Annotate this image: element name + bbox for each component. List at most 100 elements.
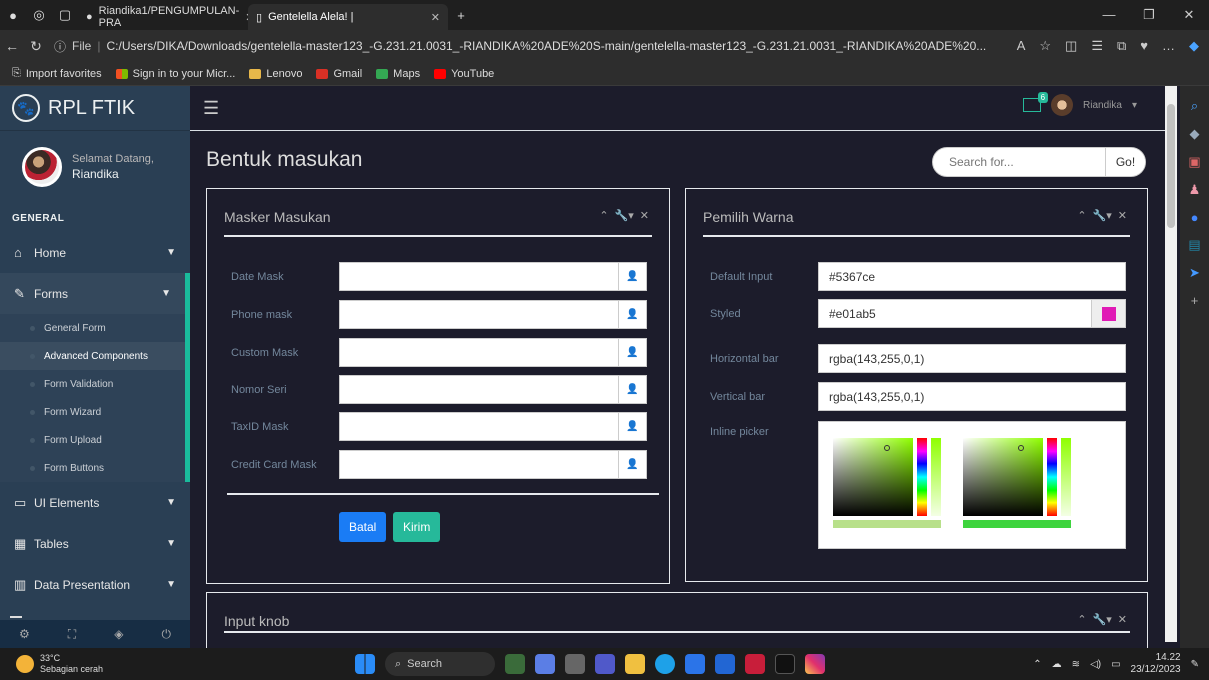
- close-tab-icon[interactable]: ✕: [431, 11, 440, 24]
- taxid-mask-input[interactable]: [340, 413, 618, 440]
- custom-mask-field[interactable]: 👤: [339, 338, 647, 367]
- minimize-icon[interactable]: —: [1089, 7, 1129, 23]
- cloud-icon[interactable]: ☁: [1052, 659, 1062, 670]
- fav-gmail[interactable]: Gmail: [316, 68, 362, 80]
- vertical-bar-input[interactable]: rgba(143,255,0,1): [818, 382, 1126, 411]
- search-input[interactable]: [933, 155, 1105, 169]
- menu-toggle-icon[interactable]: ☰: [203, 98, 221, 119]
- restore-icon[interactable]: ❐: [1129, 7, 1169, 23]
- fav-maps[interactable]: Maps: [376, 68, 420, 80]
- search-icon[interactable]: ⌕: [1191, 98, 1198, 114]
- collections-icon[interactable]: ⧉: [1117, 38, 1126, 54]
- fullscreen-icon[interactable]: ⛶: [68, 627, 76, 642]
- sidebar-item-forms[interactable]: ✎ Forms ▼: [0, 273, 190, 314]
- taxid-mask-field[interactable]: 👤: [339, 412, 647, 441]
- battery-icon[interactable]: ▭: [1111, 659, 1120, 670]
- page-scrollbar[interactable]: [1165, 86, 1177, 642]
- widgets-icon[interactable]: [505, 654, 525, 674]
- submenu-form-upload[interactable]: Form Upload: [0, 426, 185, 454]
- custom-mask-input[interactable]: [340, 339, 618, 366]
- collapse-icon[interactable]: ⌃: [599, 209, 608, 222]
- phone-mask-field[interactable]: 👤: [339, 300, 647, 329]
- clock[interactable]: 14.22 23/12/2023: [1131, 652, 1181, 676]
- extension-icon[interactable]: ♥: [1140, 38, 1148, 54]
- wrench-icon[interactable]: 🔧▾: [615, 209, 634, 222]
- copilot-icon[interactable]: [535, 654, 555, 674]
- search-go-button[interactable]: Go!: [1105, 148, 1145, 176]
- mail-icon[interactable]: 6: [1023, 92, 1049, 112]
- serial-number-input[interactable]: [340, 376, 618, 403]
- submenu-general-form[interactable]: General Form: [0, 314, 185, 342]
- date-mask-input[interactable]: [340, 263, 618, 290]
- sidebar-item-tables[interactable]: ▦ Tables ▼: [0, 523, 190, 564]
- close-window-icon[interactable]: ✕: [1169, 7, 1209, 23]
- read-aloud-icon[interactable]: A: [1017, 38, 1026, 54]
- task-view-icon[interactable]: [565, 654, 585, 674]
- workspaces-icon[interactable]: ◎: [26, 0, 52, 30]
- tab-github[interactable]: ● Riandika1/PENGUMPULAN-PRA ✕: [78, 4, 254, 30]
- telegram-icon[interactable]: ➤: [1189, 265, 1200, 281]
- tab-actions-icon[interactable]: ▢: [52, 0, 78, 30]
- collapse-icon[interactable]: ⌃: [1077, 209, 1086, 222]
- new-tab-icon[interactable]: +: [448, 0, 474, 30]
- lock-icon[interactable]: ◈: [114, 627, 123, 641]
- scrollbar-thumb[interactable]: [1167, 104, 1175, 228]
- wrench-icon[interactable]: 🔧▾: [1093, 613, 1112, 626]
- copilot-icon[interactable]: ◆: [1189, 38, 1199, 54]
- fav-import[interactable]: ⎘ Import favorites: [12, 67, 102, 80]
- teams-icon[interactable]: [595, 654, 615, 674]
- wrench-icon[interactable]: 🔧▾: [1093, 209, 1112, 222]
- m365-icon[interactable]: ●: [1191, 210, 1199, 225]
- favorites-icon[interactable]: ☰: [1091, 38, 1103, 54]
- submenu-advanced-components[interactable]: Advanced Components: [0, 342, 185, 370]
- user-menu-name[interactable]: Riandika: [1083, 100, 1122, 111]
- close-icon[interactable]: ✕: [640, 209, 649, 222]
- logout-icon[interactable]: ⏻: [161, 627, 171, 642]
- tiktok-icon[interactable]: [775, 654, 795, 674]
- mcafee-icon[interactable]: [745, 654, 765, 674]
- submit-button[interactable]: Kirim: [393, 512, 441, 542]
- tools-icon[interactable]: ▣: [1188, 154, 1200, 170]
- volume-icon[interactable]: ◁): [1090, 659, 1101, 670]
- taskbar-search[interactable]: ⌕ Search: [385, 652, 495, 676]
- more-icon[interactable]: …: [1162, 38, 1175, 54]
- sidebar-item-data-presentation[interactable]: ▥ Data Presentation ▼: [0, 564, 190, 605]
- submenu-form-buttons[interactable]: Form Buttons: [0, 454, 185, 482]
- instagram-icon[interactable]: [805, 654, 825, 674]
- submenu-form-validation[interactable]: Form Validation: [0, 370, 185, 398]
- settings-icon[interactable]: ⚙: [19, 627, 30, 641]
- back-icon[interactable]: ←: [0, 38, 24, 54]
- styled-color-field[interactable]: #e01ab5: [818, 299, 1126, 328]
- color-swatch-button[interactable]: [1091, 300, 1125, 327]
- caret-down-icon[interactable]: ▾: [1132, 100, 1137, 111]
- shopping-tag-icon[interactable]: ◆: [1190, 126, 1200, 142]
- cancel-button[interactable]: Batal: [339, 512, 387, 542]
- serial-number-field[interactable]: 👤: [339, 375, 647, 404]
- windows-start-icon[interactable]: [355, 654, 375, 674]
- profile-icon[interactable]: ●: [0, 0, 26, 30]
- default-color-input[interactable]: #5367ce: [818, 262, 1126, 291]
- submenu-form-wizard[interactable]: Form Wizard: [0, 398, 185, 426]
- phone-mask-input[interactable]: [340, 301, 618, 328]
- collapse-icon[interactable]: ⌃: [1077, 613, 1086, 626]
- wifi-icon[interactable]: ≋: [1072, 659, 1080, 670]
- credit-card-mask-input[interactable]: [340, 451, 618, 478]
- split-screen-icon[interactable]: ◫: [1065, 38, 1077, 54]
- edge-icon[interactable]: [655, 654, 675, 674]
- horizontal-bar-input[interactable]: rgba(143,255,0,1): [818, 344, 1126, 373]
- refresh-icon[interactable]: ↻: [24, 38, 48, 55]
- add-icon[interactable]: +: [1191, 293, 1199, 308]
- outlook-icon[interactable]: ▤: [1188, 237, 1200, 253]
- close-icon[interactable]: ✕: [1118, 209, 1127, 222]
- credit-card-mask-field[interactable]: 👤: [339, 450, 647, 479]
- favorite-star-icon[interactable]: ☆: [1039, 38, 1051, 54]
- sidebar-item-home[interactable]: ⌂ Home ▼: [0, 232, 190, 273]
- notification-icon[interactable]: ✎: [1191, 659, 1199, 670]
- file-explorer-icon[interactable]: [625, 654, 645, 674]
- date-mask-field[interactable]: 👤: [339, 262, 647, 291]
- weather-widget[interactable]: 33°C Sebagian cerah: [0, 653, 103, 675]
- games-icon[interactable]: ♟: [1189, 182, 1201, 198]
- store-icon[interactable]: [685, 654, 705, 674]
- fav-microsoft[interactable]: Sign in to your Micr...: [115, 68, 235, 80]
- close-icon[interactable]: ✕: [1118, 613, 1127, 626]
